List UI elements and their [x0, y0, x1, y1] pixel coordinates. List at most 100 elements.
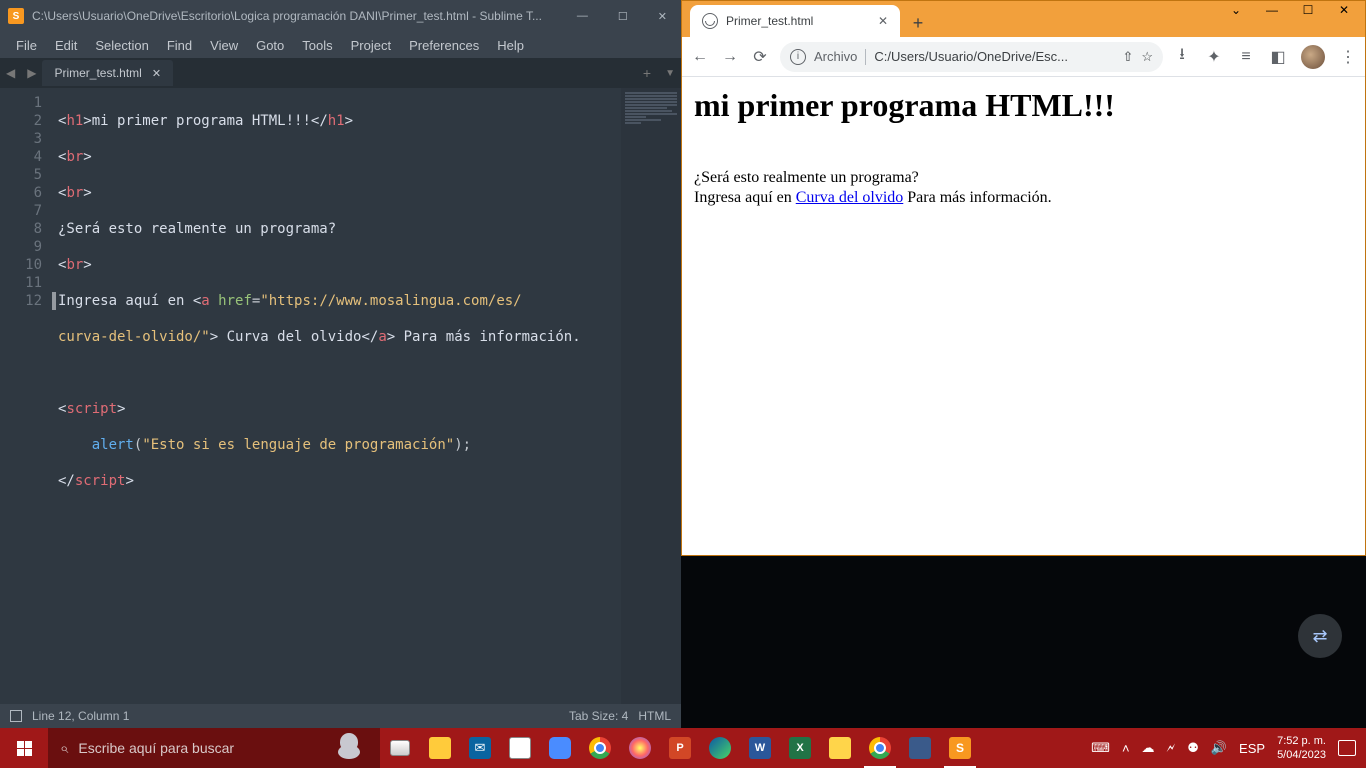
menu-icon[interactable]: ⋮: [1339, 48, 1357, 66]
store-icon[interactable]: [500, 728, 540, 768]
wifi-icon[interactable]: ⚉: [1187, 740, 1199, 756]
line-number: 7: [0, 202, 42, 220]
battery-icon[interactable]: 🗲: [1167, 740, 1176, 756]
sticky-notes-icon[interactable]: [820, 728, 860, 768]
tab-size[interactable]: Tab Size: 4: [569, 709, 628, 723]
start-button[interactable]: [0, 728, 48, 768]
close-button[interactable]: ✕: [1329, 0, 1359, 21]
tab-nav-back[interactable]: ◀: [0, 66, 21, 80]
chevron-down-icon[interactable]: ⌄: [1221, 0, 1251, 21]
menu-file[interactable]: File: [8, 36, 45, 55]
new-tab-button[interactable]: +: [635, 65, 659, 81]
globe-icon: [702, 13, 718, 29]
clock[interactable]: 7:52 p. m. 5/04/2023: [1277, 734, 1326, 762]
download-icon[interactable]: ⭳: [1173, 48, 1191, 66]
menu-edit[interactable]: Edit: [47, 36, 85, 55]
profile-avatar[interactable]: [1301, 45, 1325, 69]
line-number: 3: [0, 130, 42, 148]
tab-bar: ◀ ▶ Primer_test.html ✕ + ▼: [0, 58, 681, 88]
menu-help[interactable]: Help: [489, 36, 532, 55]
reload-button[interactable]: ⟳: [750, 47, 770, 67]
share-icon[interactable]: ⇧: [1122, 49, 1133, 65]
forward-button[interactable]: →: [720, 47, 740, 67]
extensions-icon[interactable]: ✦: [1205, 48, 1223, 66]
zoom-icon[interactable]: [540, 728, 580, 768]
paint-icon[interactable]: [620, 728, 660, 768]
volume-icon[interactable]: 🔊: [1211, 740, 1227, 756]
chrome-icon[interactable]: [580, 728, 620, 768]
sublime-taskbar-icon[interactable]: S: [940, 728, 980, 768]
browser-tab[interactable]: Primer_test.html ✕: [690, 5, 900, 37]
tab-dropdown-icon[interactable]: ▼: [659, 68, 681, 79]
powerpoint-icon[interactable]: P: [660, 728, 700, 768]
edge-sidebar-fab[interactable]: ⇄: [1298, 614, 1342, 658]
cursor-position[interactable]: Line 12, Column 1: [32, 709, 129, 723]
bookmark-icon[interactable]: ☆: [1141, 49, 1153, 65]
tray-overflow-icon[interactable]: ˄: [1122, 741, 1130, 756]
sidepanel-icon[interactable]: ◧: [1269, 48, 1287, 66]
info-icon[interactable]: i: [790, 49, 806, 65]
line-number: 12: [0, 292, 42, 310]
reading-list-icon[interactable]: ≡: [1237, 48, 1255, 66]
minimap[interactable]: [621, 88, 681, 704]
system-tray: ⌨ ˄ ☁ 🗲 ⚉ 🔊 ESP 7:52 p. m. 5/04/2023: [1081, 734, 1366, 762]
status-bar: Line 12, Column 1 Tab Size: 4 HTML: [0, 704, 681, 728]
file-tab[interactable]: Primer_test.html ✕: [42, 60, 173, 86]
page-heading: mi primer programa HTML!!!: [694, 87, 1353, 124]
language-indicator[interactable]: ESP: [1239, 741, 1265, 756]
excel-icon[interactable]: X: [780, 728, 820, 768]
line-number: 8: [0, 220, 42, 238]
code-editor[interactable]: <h1>mi primer programa HTML!!!</h1> <br>…: [52, 88, 621, 704]
chrome-tabbar[interactable]: Primer_test.html ✕ + ⌄ — ☐ ✕: [682, 1, 1365, 37]
new-tab-button[interactable]: +: [904, 9, 932, 37]
browser-toolbar: ← → ⟳ i Archivo C:/Users/Usuario/OneDriv…: [682, 37, 1365, 77]
cortana-bird-icon: [330, 733, 368, 763]
tab-close-icon[interactable]: ✕: [152, 67, 161, 80]
app-icon[interactable]: [900, 728, 940, 768]
line-number: 10: [0, 256, 42, 274]
menu-bar: File Edit Selection Find View Goto Tools…: [0, 32, 681, 58]
clock-date: 5/04/2023: [1277, 748, 1326, 762]
back-button[interactable]: ←: [690, 47, 710, 67]
onedrive-icon[interactable]: ☁: [1142, 740, 1155, 756]
desktop-background: ⇄: [681, 556, 1366, 728]
notifications-icon[interactable]: [1338, 740, 1356, 756]
menu-goto[interactable]: Goto: [248, 36, 292, 55]
panel-switcher-icon[interactable]: [10, 710, 22, 722]
taskbar-search[interactable]: ⌕ Escribe aquí para buscar: [48, 728, 380, 768]
close-button[interactable]: ✕: [652, 6, 673, 27]
menu-selection[interactable]: Selection: [87, 36, 156, 55]
minimize-button[interactable]: —: [571, 6, 594, 27]
keyboard-icon[interactable]: ⌨: [1091, 740, 1110, 756]
search-icon: ⌕: [60, 740, 68, 757]
taskbar-apps: ✉ P W X S: [380, 728, 980, 768]
edge-icon[interactable]: [700, 728, 740, 768]
line-gutter[interactable]: 1 2 3 4 5 6 7 8 9 10 11 12: [0, 88, 52, 704]
file-explorer-icon[interactable]: [420, 728, 460, 768]
maximize-button[interactable]: ☐: [1293, 0, 1323, 21]
sublime-titlebar[interactable]: S C:\Users\Usuario\OneDrive\Escritorio\L…: [0, 0, 681, 32]
url-scheme: Archivo: [814, 49, 857, 64]
omnibox[interactable]: i Archivo C:/Users/Usuario/OneDrive/Esc.…: [780, 42, 1163, 72]
windows-taskbar: ⌕ Escribe aquí para buscar ✉ P W X S ⌨ ˄…: [0, 728, 1366, 768]
chrome-window: Primer_test.html ✕ + ⌄ — ☐ ✕ ← → ⟳ i Arc…: [681, 0, 1366, 556]
maximize-button[interactable]: ☐: [612, 6, 634, 27]
menu-preferences[interactable]: Preferences: [401, 36, 487, 55]
minimize-button[interactable]: —: [1257, 0, 1287, 21]
menu-tools[interactable]: Tools: [294, 36, 340, 55]
line-number: 4: [0, 148, 42, 166]
tab-close-icon[interactable]: ✕: [878, 14, 888, 28]
syntax-label[interactable]: HTML: [638, 709, 671, 723]
mail-icon[interactable]: ✉: [460, 728, 500, 768]
search-placeholder: Escribe aquí para buscar: [78, 740, 234, 756]
word-icon[interactable]: W: [740, 728, 780, 768]
chrome-taskbar-icon[interactable]: [860, 728, 900, 768]
menu-find[interactable]: Find: [159, 36, 200, 55]
tab-nav-forward[interactable]: ▶: [21, 66, 42, 80]
page-text: Ingresa aquí en: [694, 189, 796, 206]
task-view-icon[interactable]: [380, 728, 420, 768]
line-number: 1: [0, 94, 42, 112]
page-link[interactable]: Curva del olvido: [796, 189, 904, 206]
menu-project[interactable]: Project: [343, 36, 399, 55]
menu-view[interactable]: View: [202, 36, 246, 55]
